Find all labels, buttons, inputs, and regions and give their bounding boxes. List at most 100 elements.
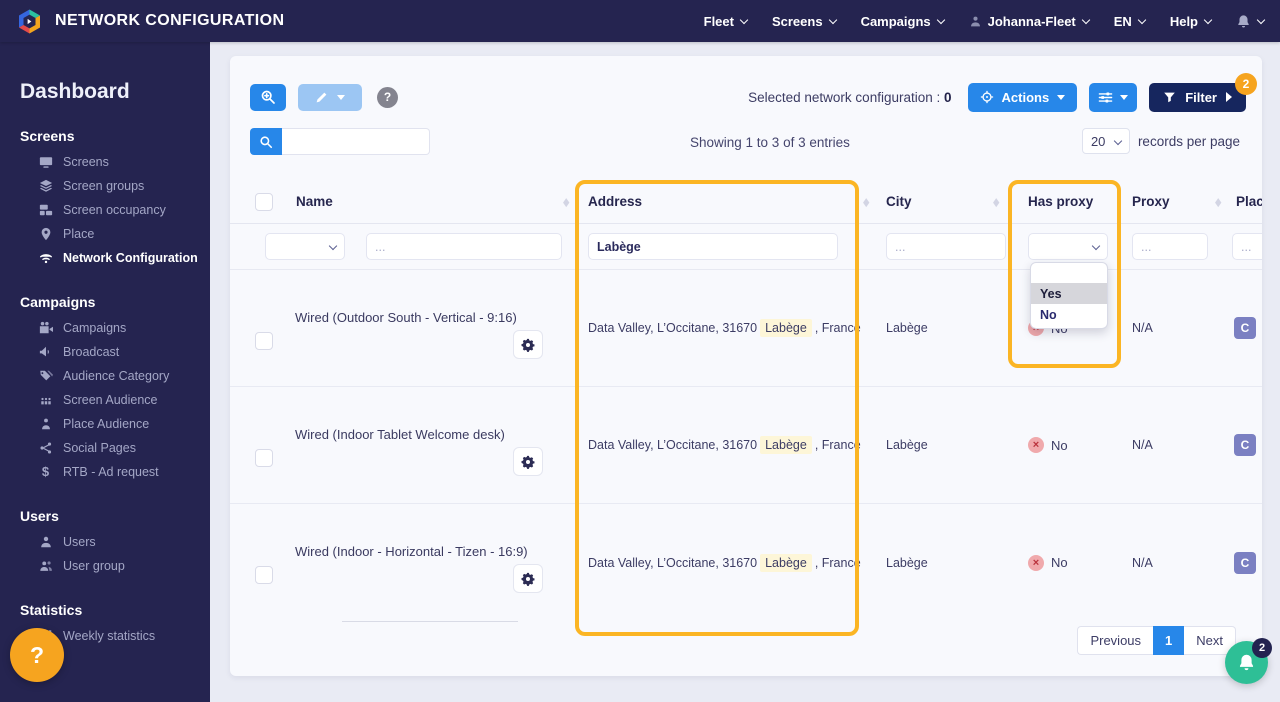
sort-icon[interactable]: ◆ [993,195,999,208]
sidebar-item-social-pages[interactable]: Social Pages [0,436,210,460]
nav-notifications[interactable] [1236,14,1266,29]
place-filter-input[interactable] [1232,233,1262,260]
bell-icon [1237,653,1256,672]
row-checkbox[interactable] [255,449,273,467]
sidebar-item-rtb-ad-request[interactable]: $ RTB - Ad request [0,460,210,484]
column-header-place[interactable]: Place [1232,194,1262,209]
current-page-button[interactable]: 1 [1153,626,1185,655]
search-plus-icon [260,89,276,105]
dropdown-option-empty[interactable] [1031,265,1107,283]
sidebar-section-campaigns: Campaigns [20,294,96,310]
chevron-down-icon [328,241,338,251]
name-cell: Wired (Indoor Tablet Welcome desk) [290,387,580,503]
search-button[interactable] [250,128,282,155]
toolbar-right: Selected network configuration : 0 Actio… [748,72,1257,112]
per-page-control: 20 records per page [1081,128,1240,154]
row-settings-button[interactable] [513,447,543,476]
sidebar-item-screens[interactable]: Screens [0,150,210,174]
sidebar-item-campaigns[interactable]: Campaigns [0,316,210,340]
has-proxy-cell: × No [1010,387,1122,503]
search-highlight: Labège [760,319,812,337]
row-settings-button[interactable] [513,330,543,359]
nav-menu-user[interactable]: Johanna-Fleet [969,14,1091,29]
sidebar-item-screen-occupancy[interactable]: Screen occupancy [0,198,210,222]
sidebar-section-screens: Screens [20,128,75,144]
columns-settings-button[interactable] [1089,82,1138,112]
zoom-search-button[interactable] [250,83,286,111]
column-header-city[interactable]: City ◆ [880,194,1010,209]
select-all-checkbox[interactable] [255,192,273,211]
city-filter-input[interactable] [886,233,1006,260]
sort-icon[interactable]: ◆ [563,195,569,208]
sidebar-dashboard-link[interactable]: Dashboard [0,42,210,104]
per-page-select[interactable]: 20 [1081,128,1130,154]
has-proxy-cell: × No [1010,504,1122,621]
sliders-icon [1098,90,1113,105]
previous-page-button[interactable]: Previous [1077,626,1154,655]
row-checkbox[interactable] [255,332,273,350]
nav-menu-help[interactable]: Help [1170,14,1213,29]
monitor-icon [38,155,53,170]
sidebar-section-users: Users [20,508,59,524]
column-header-address[interactable]: Address ◆ [580,194,880,209]
notification-count-badge: 2 [1252,638,1272,658]
place-badge[interactable]: C [1234,434,1256,456]
navbar-menu: Fleet Screens Campaigns Johanna-Fleet EN… [704,14,1266,29]
row-checkbox[interactable] [255,566,273,584]
nav-menu-campaigns[interactable]: Campaigns [861,14,945,29]
brand[interactable]: NETWORK CONFIGURATION [16,8,284,35]
bell-icon [1236,14,1251,29]
dropdown-option-no[interactable]: No [1031,304,1107,325]
notifications-floating-button[interactable]: 2 [1225,638,1272,684]
sort-icon[interactable]: ◆ [1215,195,1221,208]
sidebar-item-audience-category[interactable]: Audience Category [0,364,210,388]
sidebar-item-place-audience[interactable]: Place Audience [0,412,210,436]
app-logo-icon [16,8,43,35]
chevron-down-icon [1137,15,1147,24]
has-proxy-filter-select[interactable] [1028,233,1108,260]
city-cell: Labège [886,555,928,570]
place-badge[interactable]: C [1234,317,1256,339]
address-filter-input[interactable] [588,233,838,260]
nav-menu-fleet[interactable]: Fleet [704,14,749,29]
sidebar-item-place[interactable]: Place [0,222,210,246]
table-row[interactable]: Wired (Indoor - Horizontal - Tizen - 16:… [230,504,1262,621]
name-filter-select[interactable] [265,233,345,260]
nav-menu-screens[interactable]: Screens [772,14,837,29]
actions-button[interactable]: Actions [967,82,1078,112]
nav-menu-language[interactable]: EN [1114,14,1147,29]
gear-icon [521,572,535,586]
wifi-icon [38,251,53,266]
place-badge[interactable]: C [1234,551,1256,574]
row-settings-button[interactable] [513,564,543,593]
sidebar-item-broadcast[interactable]: Broadcast [0,340,210,364]
edit-dropdown-button[interactable] [298,83,362,111]
proxy-filter-input[interactable] [1132,233,1208,260]
table-row[interactable]: Wired (Indoor Tablet Welcome desk) Data … [230,387,1262,504]
help-floating-button[interactable]: ? [10,628,64,682]
audience-icon [38,393,53,408]
column-header-has-proxy[interactable]: Has proxy [1010,194,1122,209]
sort-icon[interactable]: ◆ [863,195,869,208]
contextual-help-button[interactable]: ? [377,86,398,108]
cross-circle-icon: × [1028,554,1044,571]
dollar-icon: $ [41,464,50,479]
list-controls: Showing 1 to 3 of 3 entries 20 records p… [250,128,1246,156]
sidebar-item-users[interactable]: Users [0,530,210,554]
search-input[interactable] [282,128,430,155]
name-filter-input[interactable] [366,233,562,260]
share-icon [38,441,53,456]
divider [342,621,518,622]
proxy-cell: N/A [1132,555,1153,570]
filter-button[interactable]: Filter 2 [1149,72,1257,112]
column-header-proxy[interactable]: Proxy ◆ [1122,194,1232,209]
column-header-name[interactable]: Name ◆ [290,194,580,209]
sidebar-item-screen-groups[interactable]: Screen groups [0,174,210,198]
sidebar-item-screen-audience[interactable]: Screen Audience [0,388,210,412]
tags-icon [38,369,53,384]
sidebar-item-network-configuration[interactable]: Network Configuration [0,246,210,270]
table-search [250,128,430,155]
dropdown-option-yes[interactable]: Yes [1031,283,1107,304]
sidebar-item-user-group[interactable]: User group [0,554,210,578]
place-cell: C [1232,504,1262,621]
